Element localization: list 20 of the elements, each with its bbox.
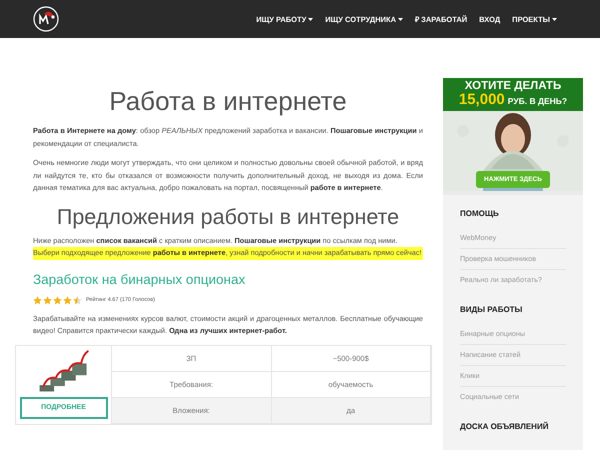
- sidebar-heading: ПОМОЩЬ: [460, 209, 500, 218]
- caret-icon: [308, 18, 314, 20]
- star-icon: [73, 296, 82, 304]
- page-title: Работа в интернете: [108, 86, 348, 117]
- logo[interactable]: [33, 6, 59, 32]
- star-icon: [43, 296, 52, 304]
- star-icon: [33, 296, 42, 304]
- caret-icon: [398, 18, 404, 20]
- star-rating[interactable]: [33, 296, 82, 304]
- section-title: Предложения работы в интернете: [56, 204, 400, 230]
- star-icon: [63, 296, 72, 304]
- sidebar-heading: ДОСКА ОБЪЯВЛЕНИЙ: [460, 422, 550, 431]
- star-icon: [53, 296, 62, 304]
- caret-icon: [552, 18, 557, 20]
- banner-amount: 15,000: [458, 92, 505, 108]
- banner-headline: ХОТИТЕ ДЕЛАТЬ: [464, 80, 562, 92]
- offer-title[interactable]: Заработок на бинарных опционах: [33, 272, 423, 286]
- sidebar-heading: ВИДЫ РАБОТЫ: [460, 305, 524, 314]
- banner-header[interactable]: ХОТИТЕ ДЕЛАТЬ 15,000 РУБ. В ДЕНЬ?: [443, 78, 583, 111]
- banner-suffix: РУБ. В ДЕНЬ?: [508, 96, 568, 106]
